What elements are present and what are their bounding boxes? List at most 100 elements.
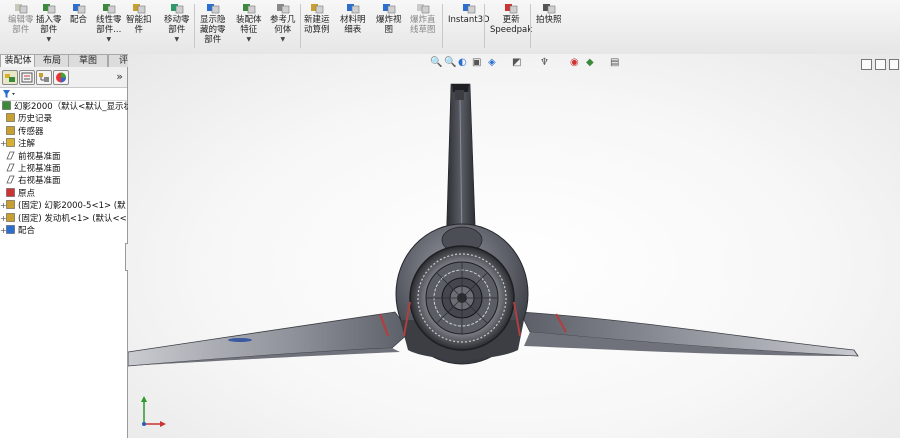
expand-toggle-icon[interactable]: + [0, 213, 7, 225]
sensor-icon [6, 125, 15, 135]
feature-manager-panel: » 幻影2000（默认<默认_显示状 历史记录 传感器 + 注解 前视基准面 上视基准面 右视… [0, 67, 132, 438]
instant3d-icon [462, 2, 476, 14]
tree-item[interactable]: 传感器 [6, 125, 44, 138]
view-settings-icon[interactable]: ▤ [610, 57, 619, 68]
move-component-button[interactable]: 移动零 部件 ▼ [164, 2, 190, 45]
speedpak-icon [504, 2, 518, 14]
feature-tree-tab-icon[interactable] [2, 70, 18, 85]
take-snapshot-button[interactable]: 拍快照 [536, 2, 562, 25]
mate-icon [72, 2, 86, 14]
ribbon-button-label: 更新 Speedpak [490, 15, 533, 35]
reference-geometry-button[interactable]: 参考几 何体 ▼ [270, 2, 296, 45]
tree-filter-bar[interactable] [0, 88, 127, 101]
tree-item[interactable]: + 注解 [0, 138, 36, 150]
chevron-down-icon[interactable]: ▼ [236, 35, 262, 45]
tile-icon[interactable] [861, 59, 872, 70]
expand-panel-icon[interactable]: » [116, 70, 123, 83]
camera-icon [542, 2, 556, 14]
explode-line-sketch-button[interactable]: 爆炸直 线草图 [410, 2, 436, 35]
expand-toggle-icon[interactable]: + [0, 200, 7, 212]
graphics-viewport[interactable] [128, 54, 900, 438]
tree-item-label: (固定) 幻影2000-5<1> (默 [18, 201, 126, 212]
tree-item[interactable]: 历史记录 [6, 113, 52, 125]
axis-triad-icon [141, 396, 166, 427]
move-component-icon [170, 2, 184, 14]
ribbon-button-label: 爆炸视 图 [376, 15, 402, 35]
edit-component-button[interactable]: 编辑零 部件 [8, 2, 34, 35]
tree-item-label: 配合 [18, 226, 36, 236]
tree-item-label: 原点 [18, 188, 36, 199]
tree-item[interactable]: 幻影2000（默认<默认_显示状 [2, 101, 132, 113]
zoom-area-icon[interactable]: 🔍 [444, 57, 456, 68]
edit-appearance-icon[interactable]: ◉ [570, 57, 579, 68]
aircraft-model-rear-view [128, 83, 859, 367]
previous-view-icon[interactable]: ◐ [458, 57, 467, 68]
tab-1[interactable]: 布局 [34, 54, 70, 67]
annotation-icon [6, 138, 15, 147]
chevron-down-icon[interactable]: ▼ [164, 35, 190, 45]
restore-icon[interactable] [875, 59, 886, 70]
ribbon-separator [530, 4, 531, 48]
expand-toggle-icon[interactable]: + [0, 138, 7, 150]
smart-fastener-icon [132, 2, 146, 14]
exploded-view-button[interactable]: 爆炸视 图 [376, 2, 402, 35]
plane-icon [6, 175, 15, 184]
bill-of-materials-button[interactable]: 材料明 细表 [340, 2, 366, 35]
plane-icon [6, 151, 15, 160]
hide-show-icon[interactable]: ♆ [540, 57, 549, 68]
new-motion-study-button[interactable]: 新建运 动算例 [304, 2, 330, 35]
ribbon-separator [194, 4, 195, 48]
motion-study-icon [310, 2, 324, 14]
smart-fastener-button[interactable]: 智能扣 件 [126, 2, 152, 35]
section-view-icon[interactable]: ▣ [472, 57, 481, 68]
property-manager-tab-icon[interactable] [19, 70, 35, 85]
maximize-icon[interactable] [889, 59, 899, 70]
tree-item-label: 幻影2000（默认<默认_显示状 [14, 102, 133, 112]
view-orientation-icon[interactable]: ◈ [488, 57, 496, 68]
linear-pattern-icon [102, 2, 116, 14]
assembly-feature-icon [242, 2, 256, 14]
ribbon-button-label: 智能扣 件 [126, 15, 152, 35]
ribbon-button-label: 线性零 部件... [96, 15, 122, 35]
chevron-down-icon[interactable]: ▼ [96, 35, 122, 45]
apply-scene-icon[interactable]: ◆ [586, 57, 594, 68]
tree-item[interactable]: 前视基准面 [6, 151, 61, 163]
mate-button[interactable]: 配合 [70, 2, 87, 25]
tree-item[interactable]: + (固定) 幻影2000-5<1> (默 [0, 200, 126, 212]
tree-item-label: 上视基准面 [18, 164, 61, 174]
reference-geometry-icon [276, 2, 290, 14]
display-manager-tab-icon[interactable] [53, 70, 69, 85]
linear-pattern-button[interactable]: 线性零 部件... ▼ [96, 2, 122, 45]
edit-component-icon [14, 2, 28, 14]
plane-icon [6, 163, 15, 172]
tree-item[interactable]: + 配合 [0, 225, 36, 237]
zoom-to-fit-icon[interactable]: 🔍 [430, 57, 442, 68]
tree-item[interactable]: 原点 [6, 187, 36, 200]
chevron-down-icon[interactable]: ▼ [36, 35, 62, 45]
ribbon-button-label: 参考几 何体 [270, 15, 296, 35]
chevron-down-icon[interactable]: ▼ [270, 35, 296, 45]
assembly-feature-button[interactable]: 装配体 特征 ▼ [236, 2, 262, 45]
tab-0[interactable]: 装配体 [0, 54, 36, 67]
display-style-icon[interactable]: ◩ [512, 57, 521, 68]
ribbon-separator [442, 4, 443, 48]
bom-icon [346, 2, 360, 14]
tree-item-label: 注解 [18, 139, 36, 150]
expand-toggle-icon[interactable]: + [0, 225, 7, 237]
ribbon-button-label: 拍快照 [536, 15, 562, 25]
show-hidden-button[interactable]: 显示隐 藏的零 部件 [200, 2, 226, 45]
tab-2[interactable]: 草图 [68, 54, 108, 67]
ribbon-separator [300, 4, 301, 48]
ribbon-button-label: 装配体 特征 [236, 15, 262, 35]
tree-item[interactable]: 上视基准面 [6, 163, 61, 175]
configuration-manager-tab-icon[interactable] [36, 70, 52, 85]
update-speedpak-button[interactable]: 更新 Speedpak [490, 2, 532, 35]
ribbon-button-label: 移动零 部件 [164, 15, 190, 35]
tree-item[interactable]: + (固定) 发动机<1> (默认<< [0, 212, 127, 225]
insert-component-button[interactable]: 插入零 部件 ▼ [36, 2, 62, 45]
assembly-icon [2, 101, 11, 110]
history-icon [6, 113, 15, 123]
explode-line-icon [416, 2, 430, 14]
part-icon [6, 212, 15, 222]
tree-item[interactable]: 右视基准面 [6, 175, 61, 187]
